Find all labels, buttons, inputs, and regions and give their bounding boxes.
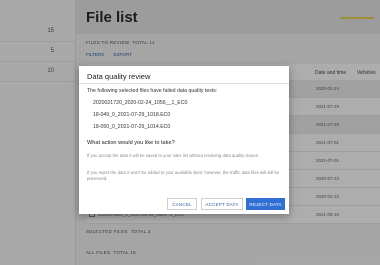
reject-data-button[interactable]: REJECT DATA [246,198,285,210]
reject-note: If you reject the data it won't be added… [87,170,280,181]
failed-file-item: 2020021720_2020-02-24_1056__1_EC0 [93,100,188,106]
accept-note: If you accept the data it will be saved … [87,153,259,158]
accept-data-button[interactable]: ACCEPT DATA [201,198,243,210]
failed-file-item: 18-049_0_2021-07-29_1018.EC0 [93,112,171,118]
cancel-button[interactable]: CANCEL [167,198,197,210]
dialog-divider [79,83,289,84]
data-quality-dialog: Data quality review The following select… [79,66,289,214]
dialog-question: What action would you like to take? [87,140,175,146]
dialog-title: Data quality review [87,72,151,81]
failed-file-item: 18-050_0_2021-07-29_1014.EC0 [93,124,171,130]
dialog-intro: The following selected files have failed… [87,88,218,94]
